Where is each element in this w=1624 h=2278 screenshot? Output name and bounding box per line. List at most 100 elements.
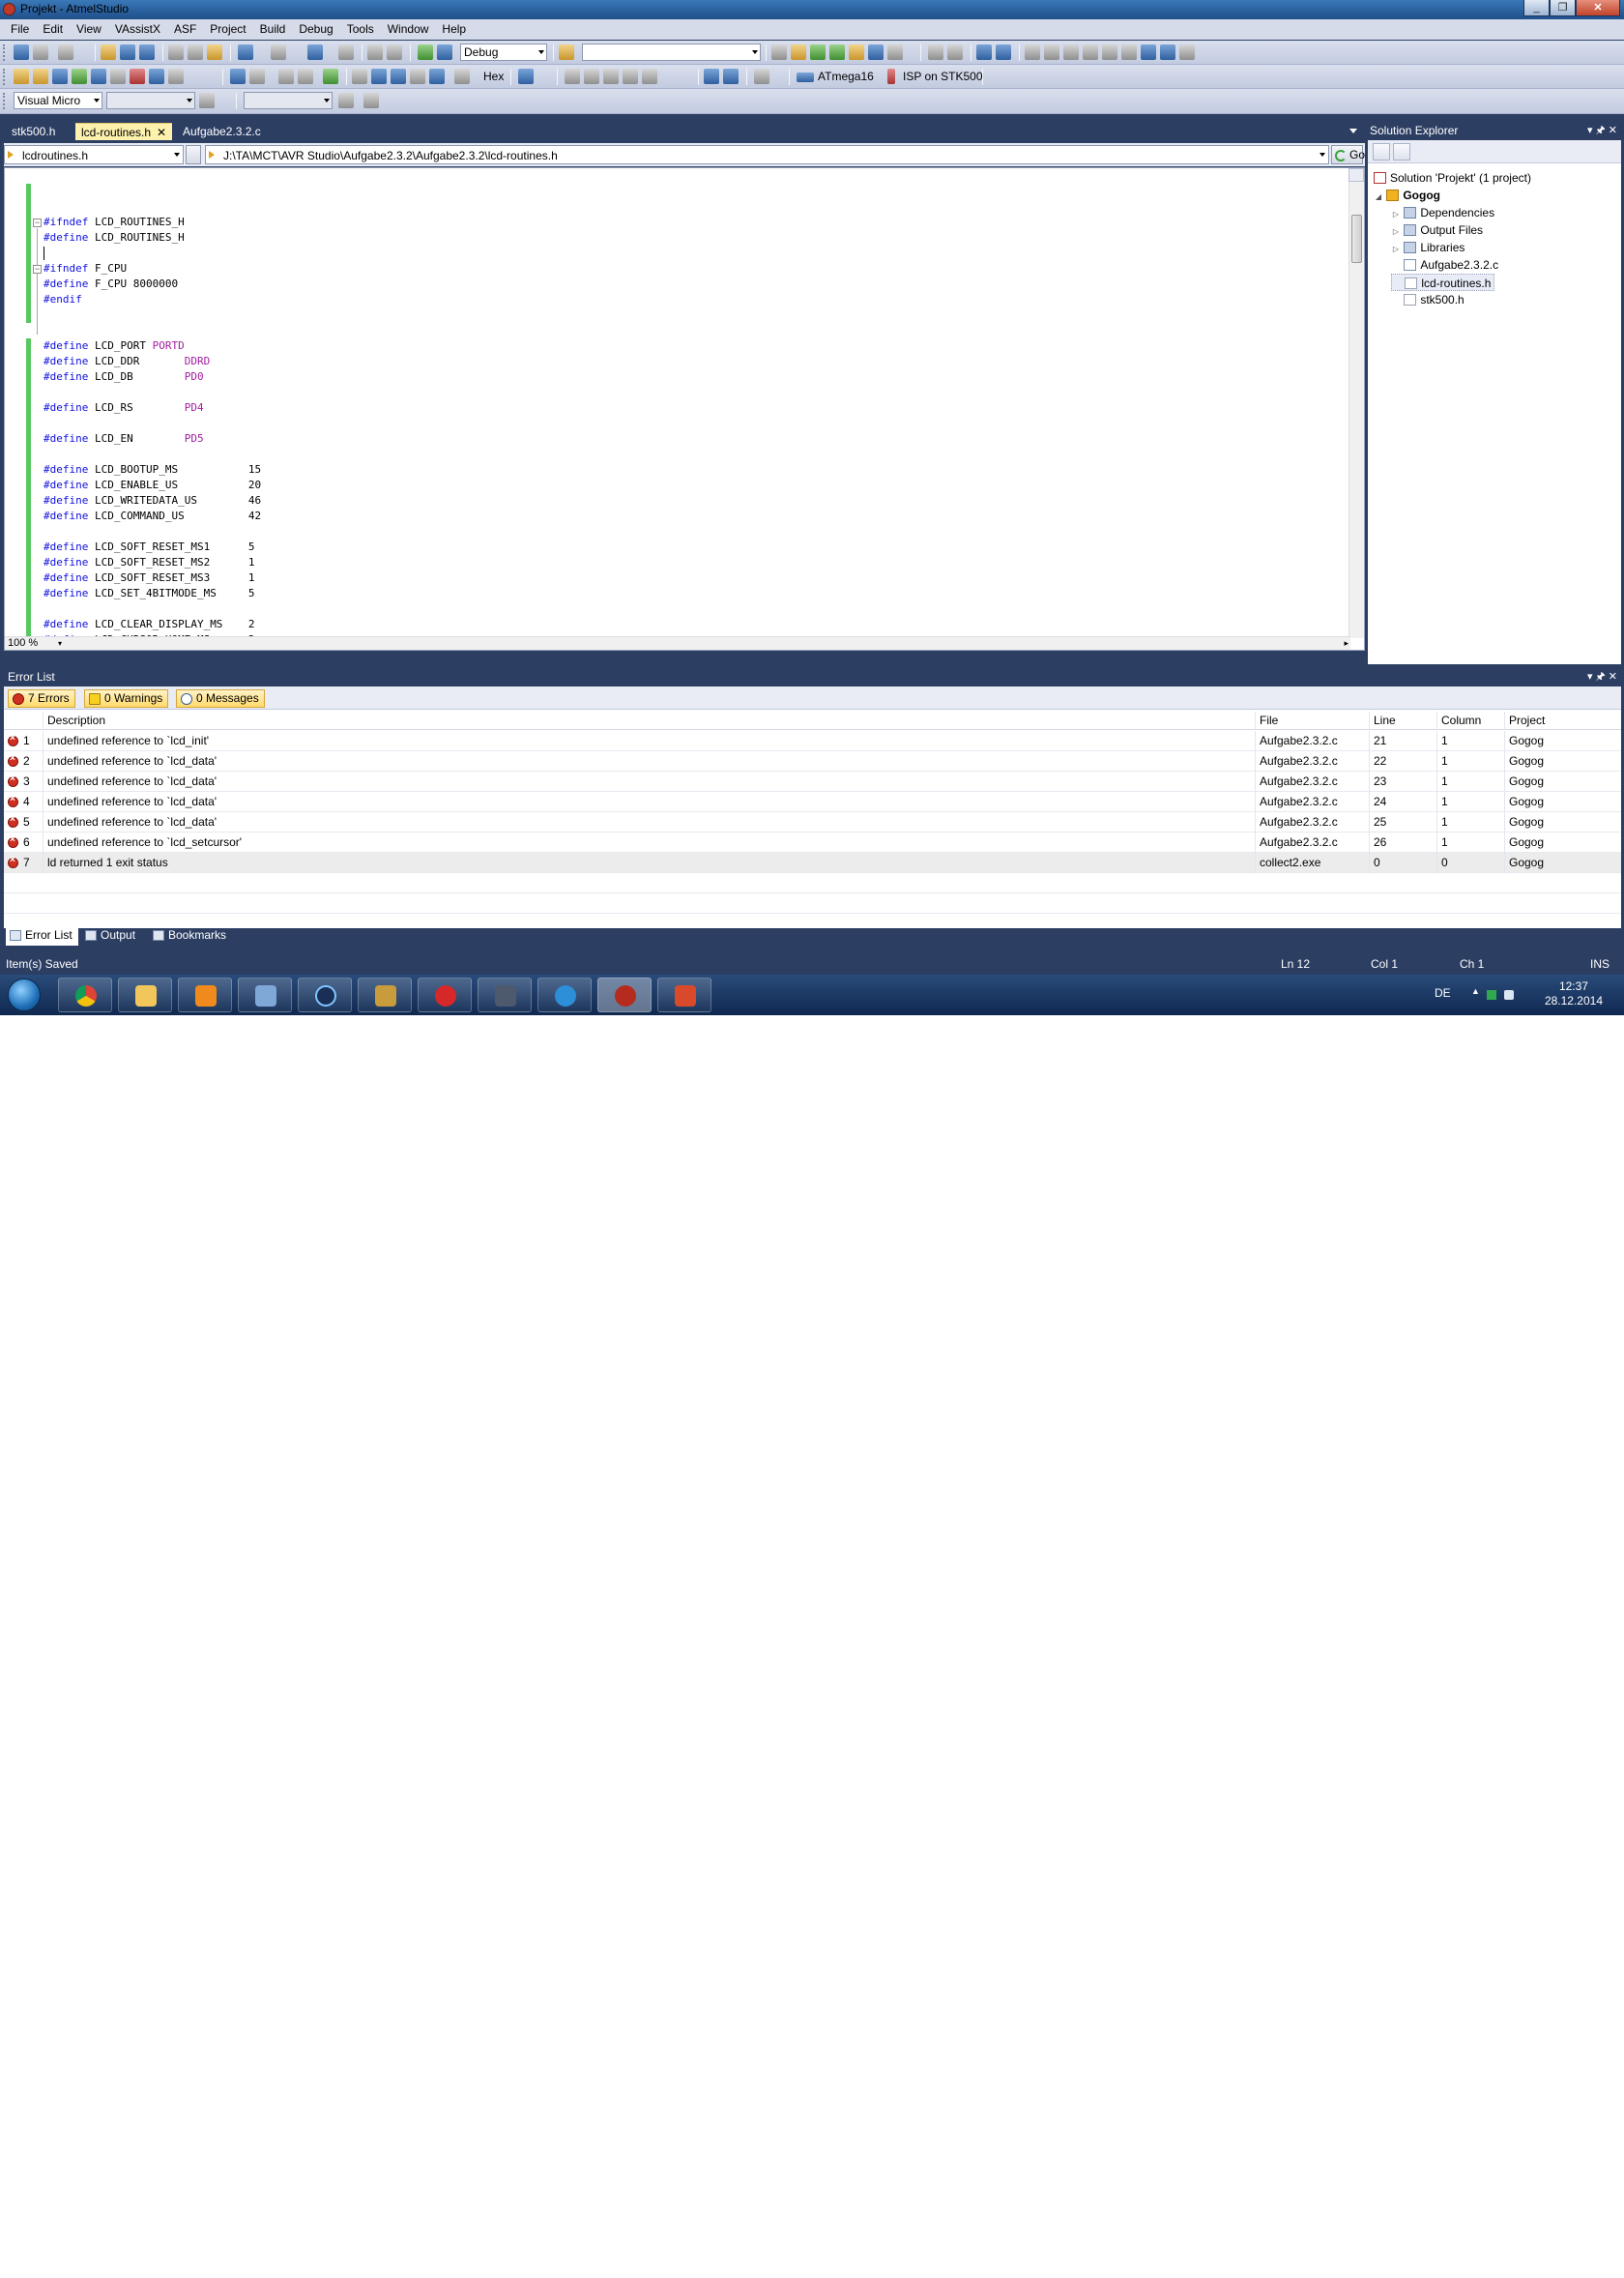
bottom-tab-error-list[interactable]: Error List [6,926,78,946]
next-bookmark-icon[interactable] [1063,44,1079,60]
navigate-backward-icon[interactable] [307,44,323,60]
toolbar2-icon-3[interactable] [52,69,68,84]
error-row[interactable]: 5 undefined reference to `lcd_data'Aufgab… [4,812,1621,832]
menu-file[interactable]: File [4,19,36,40]
taskbar-app-5[interactable] [298,978,352,1012]
menu-tools[interactable]: Tools [340,19,381,40]
toolbar2-icon-7[interactable] [130,69,145,84]
solution-config-combo[interactable]: Debug [460,44,547,61]
taskbar-league[interactable] [358,978,412,1012]
save-all-icon[interactable] [139,44,155,60]
tree-item-aufgabe2-3-2-c[interactable]: Aufgabe2.3.2.c [1391,256,1498,274]
step-into-icon[interactable] [371,69,387,84]
toolbar2-icon-13[interactable] [623,69,638,84]
toolbar-icon-7[interactable] [887,44,903,60]
error-row[interactable]: 3 undefined reference to `lcd_data'Aufgab… [4,772,1621,792]
editor-vertical-scrollbar[interactable] [1348,168,1364,638]
column-column-header[interactable]: Column [1436,712,1504,730]
find-combo-icon[interactable] [559,44,574,60]
toolbar2-icon-8[interactable] [149,69,164,84]
uncomment-icon[interactable] [996,44,1011,60]
panel-controls[interactable]: ▾ 🖈 ✕ [1587,121,1617,140]
toolbar-icon-9[interactable] [1160,44,1175,60]
toolbar-icon-6[interactable] [868,44,884,60]
toolbar2-icon-6[interactable] [110,69,126,84]
menu-project[interactable]: Project [203,19,252,40]
reset-icon[interactable] [454,69,470,84]
step-over-icon[interactable] [391,69,406,84]
collapse-icon[interactable]: − [33,265,42,274]
toolbar-icon-2[interactable] [791,44,806,60]
tree-item-libraries[interactable]: ▷ Libraries [1391,239,1464,256]
break-all-icon[interactable] [230,69,246,84]
find-icon[interactable] [367,44,383,60]
toolbar2-icon-17[interactable] [754,69,769,84]
copy-icon[interactable] [188,44,203,60]
toolbar-icon-4[interactable] [829,44,845,60]
board-combo[interactable] [106,92,195,109]
toolbar2-icon-5[interactable] [91,69,106,84]
close-tab-icon[interactable]: ✕ [157,126,166,139]
show-hidden-icons-icon[interactable]: ▲ [1471,986,1481,996]
tree-item-lcd-routines-h[interactable]: lcd-routines.h [1391,274,1495,291]
zoom-dropdown-icon[interactable]: ▾ [58,637,62,650]
toolbar2-icon-1[interactable] [14,69,29,84]
upload-icon[interactable] [338,93,354,108]
taskbar-app-8[interactable] [478,978,532,1012]
error-row[interactable]: 6 undefined reference to `lcd_setcursor'A… [4,832,1621,853]
taskbar-app-7[interactable] [418,978,472,1012]
indent-icon[interactable] [928,44,943,60]
go-button[interactable]: Go [1331,145,1365,164]
taskbar-atmel-studio[interactable] [597,978,652,1012]
show-all-files-icon[interactable] [1393,143,1410,161]
menu-view[interactable]: View [70,19,108,40]
toolbar-options-icon[interactable] [1179,44,1195,60]
tool-selection[interactable]: ISP on STK500 [903,69,983,84]
collapse-icon[interactable]: − [33,219,42,227]
paste-icon[interactable] [207,44,222,60]
error-row[interactable]: 7ld returned 1 exit statuscollect2.exe00… [4,853,1621,873]
toolbar2-icon-10[interactable] [565,69,580,84]
undo-icon[interactable] [238,44,253,60]
errors-filter-button[interactable]: 7 Errors [8,689,75,708]
window-split-icon[interactable] [1348,168,1364,182]
open-file-icon[interactable] [101,44,116,60]
help-icon[interactable] [199,93,215,108]
prev-bookmark-icon[interactable] [1044,44,1059,60]
toolbar2-icon-15[interactable] [704,69,719,84]
clear-bookmarks-icon[interactable] [1121,44,1137,60]
error-row[interactable]: 4 undefined reference to `lcd_data'Aufgab… [4,792,1621,812]
add-item-icon[interactable] [33,44,48,60]
toolbar2-icon-4[interactable] [72,69,87,84]
redo-icon[interactable] [271,44,286,60]
pause-icon[interactable] [298,69,313,84]
document-tab-3[interactable]: Aufgabe2.3.2.c [177,123,267,140]
bottom-tab-output[interactable]: Output [81,926,141,946]
messages-filter-button[interactable]: 0 Messages [176,689,265,708]
hex-toggle[interactable]: Hex [483,69,504,84]
close-button[interactable]: ✕ [1576,0,1620,16]
properties-icon[interactable] [1373,143,1390,161]
port-combo[interactable] [244,92,333,109]
menu-asf[interactable]: ASF [167,19,203,40]
error-row[interactable]: 2 undefined reference to `lcd_data'Aufgab… [4,751,1621,772]
run-to-cursor-icon[interactable] [429,69,445,84]
scroll-thumb[interactable] [1351,215,1362,263]
toolbar2-icon-2[interactable] [33,69,48,84]
bottom-tab-bookmarks[interactable]: Bookmarks [149,926,232,946]
toolbar-icon-8[interactable] [1141,44,1156,60]
taskbar-explorer[interactable] [118,978,172,1012]
zoom-level[interactable]: 100 % [5,637,38,649]
error-row[interactable]: 1 undefined reference to `lcd_init'Aufgab… [4,731,1621,751]
solution-node[interactable]: Solution 'Projekt' (1 project) [1374,169,1531,187]
warnings-filter-button[interactable]: 0 Warnings [84,689,169,708]
project-column-header[interactable]: Project [1504,712,1620,730]
outdent-icon[interactable] [947,44,963,60]
navigate-forward-icon[interactable] [338,44,354,60]
clock[interactable]: 12:37 28.12.2014 [1545,979,1603,1008]
scroll-right-icon[interactable]: ▸ [1344,637,1348,650]
menu-window[interactable]: Window [381,19,436,40]
taskbar-media-player[interactable] [178,978,232,1012]
code-editor[interactable]: − − #ifndef LCD_ROUTINES_H #define LCD_RO… [4,167,1365,651]
project-node[interactable]: ◢ Gogog [1374,187,1440,204]
